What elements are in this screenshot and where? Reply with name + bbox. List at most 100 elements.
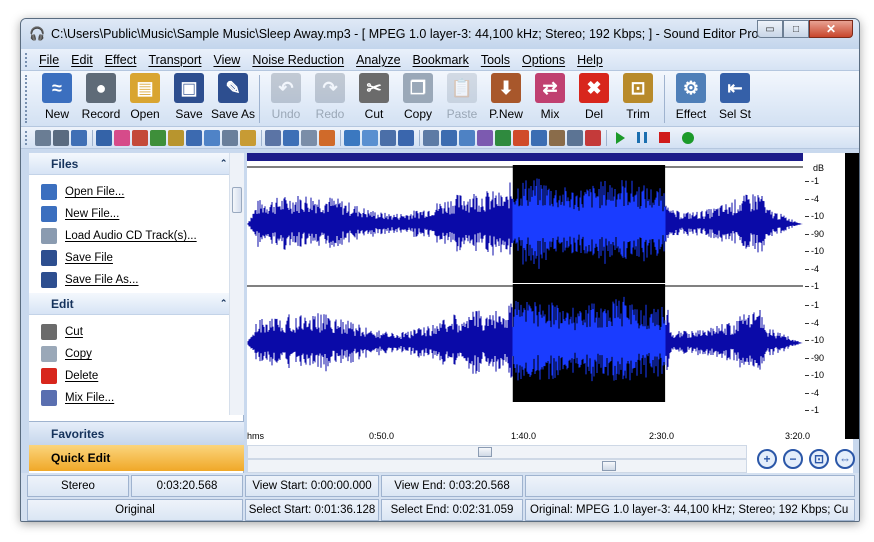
toolbar-label: Save As bbox=[210, 107, 256, 121]
tool-icon[interactable] bbox=[265, 129, 281, 146]
tool-icon[interactable] bbox=[150, 129, 166, 146]
maximize-button[interactable]: □ bbox=[783, 20, 809, 38]
new-button[interactable]: ≈ New bbox=[35, 73, 79, 121]
sel-st-button[interactable]: ⇤ Sel St bbox=[713, 73, 757, 121]
tool-icon[interactable] bbox=[53, 129, 69, 146]
favorites-panel-button[interactable]: Favorites bbox=[29, 421, 244, 445]
close-button[interactable]: ✕ bbox=[809, 20, 853, 38]
menu-edit[interactable]: Edit bbox=[67, 53, 101, 67]
tool-icon[interactable] bbox=[380, 129, 396, 146]
tool-icon[interactable] bbox=[186, 129, 202, 146]
tool-icon[interactable] bbox=[513, 129, 529, 146]
save-as-button[interactable]: ✎ Save As bbox=[211, 73, 255, 121]
menu-help[interactable]: Help bbox=[573, 53, 611, 67]
sidebar-scroll-thumb[interactable] bbox=[232, 187, 242, 213]
tool-icon[interactable] bbox=[114, 129, 130, 146]
zoom-selection-icon[interactable]: ⊡ bbox=[809, 449, 829, 469]
zoom-scroll-thumb[interactable] bbox=[602, 461, 616, 471]
menu-grip[interactable] bbox=[25, 52, 29, 67]
sidebar-item-new-file[interactable]: New File... bbox=[41, 203, 243, 225]
tool-icon[interactable] bbox=[71, 129, 87, 146]
sidebar-item-mix-file[interactable]: Mix File... bbox=[41, 387, 243, 409]
quick-edit-panel-button[interactable]: Quick Edit bbox=[29, 445, 244, 471]
tool-icon[interactable] bbox=[362, 129, 378, 146]
sidebar-item-delete[interactable]: Delete bbox=[41, 365, 243, 387]
tool-icon[interactable] bbox=[301, 129, 317, 146]
tool-icon[interactable] bbox=[531, 129, 547, 146]
tool-icon[interactable] bbox=[441, 129, 457, 146]
record-button[interactable]: ● Record bbox=[79, 73, 123, 121]
tool-icon[interactable] bbox=[168, 129, 184, 146]
copy-button[interactable]: ❐ Copy bbox=[396, 73, 440, 121]
trim-button[interactable]: ⊡ Trim bbox=[616, 73, 660, 121]
task-sidebar: Files ⌃⌃ Open File... New File... Load Aud… bbox=[29, 153, 244, 473]
tool-icon[interactable] bbox=[459, 129, 475, 146]
sidebar-scrollbar[interactable] bbox=[229, 153, 244, 415]
menu-analyze[interactable]: Analyze bbox=[352, 53, 408, 67]
files-section-header[interactable]: Files ⌃⌃ bbox=[29, 153, 243, 175]
db-tick-label: -1 bbox=[805, 402, 845, 420]
tool-icon[interactable] bbox=[222, 129, 238, 146]
tool-icon[interactable] bbox=[96, 129, 112, 146]
paste-button[interactable]: 📋 Paste bbox=[440, 73, 484, 121]
time-ruler[interactable]: hms 0:50.0 1:40.0 2:30.0 3:20.0 bbox=[247, 429, 810, 445]
cut-button[interactable]: ✂ Cut bbox=[352, 73, 396, 121]
new-file-icon: ≈ bbox=[42, 73, 72, 103]
play-looped-icon[interactable] bbox=[682, 131, 694, 144]
menu-options[interactable]: Options bbox=[518, 53, 573, 67]
tool-icon[interactable] bbox=[477, 129, 493, 146]
p-new-button[interactable]: ⬇ P.New bbox=[484, 73, 528, 121]
stop-icon[interactable] bbox=[659, 132, 670, 143]
sidebar-item-copy[interactable]: Copy bbox=[41, 343, 243, 365]
menu-noise-reduction[interactable]: Noise Reduction bbox=[248, 53, 352, 67]
effect-button[interactable]: ⚙ Effect bbox=[669, 73, 713, 121]
tool-icon[interactable] bbox=[283, 129, 299, 146]
sidebar-item-open-file[interactable]: Open File... bbox=[41, 181, 243, 203]
h-scroll-thumb[interactable] bbox=[478, 447, 492, 457]
toolbar-grip[interactable] bbox=[25, 75, 29, 123]
tool-icon[interactable] bbox=[344, 129, 360, 146]
menu-effect[interactable]: Effect bbox=[101, 53, 145, 67]
menu-file[interactable]: File bbox=[35, 53, 67, 67]
mix-button[interactable]: ⇄ Mix bbox=[528, 73, 572, 121]
edit-section-header[interactable]: Edit ⌃⌃ bbox=[29, 293, 243, 315]
waveform-display[interactable] bbox=[247, 163, 803, 433]
menu-bookmark[interactable]: Bookmark bbox=[409, 53, 477, 67]
sidebar-item-load-audio-cd-track-s[interactable]: Load Audio CD Track(s)... bbox=[41, 225, 243, 247]
waveform-editor[interactable]: dB -1 -4 -10 -90 -10 -4 -1 -1 -4 -10 -90 -10 -4 -1 h… bbox=[247, 153, 859, 473]
menu-transport[interactable]: Transport bbox=[144, 53, 209, 67]
redo-button[interactable]: ↷ Redo bbox=[308, 73, 352, 121]
toolbar-separator bbox=[419, 129, 420, 146]
zoom-out-icon[interactable]: − bbox=[783, 449, 803, 469]
pause-icon[interactable] bbox=[637, 132, 647, 143]
vertical-zoom-scrollbar[interactable] bbox=[247, 459, 747, 473]
undo-button[interactable]: ↶ Undo bbox=[264, 73, 308, 121]
tool-icon[interactable] bbox=[132, 129, 148, 146]
save-button[interactable]: ▣ Save bbox=[167, 73, 211, 121]
tool-icon[interactable] bbox=[423, 129, 439, 146]
sidebar-item-save-file-as[interactable]: Save File As... bbox=[41, 269, 243, 291]
sidebar-item-cut[interactable]: Cut bbox=[41, 321, 243, 343]
menu-view[interactable]: View bbox=[209, 53, 248, 67]
tool-icon[interactable] bbox=[204, 129, 220, 146]
sidebar-item-save-file[interactable]: Save File bbox=[41, 247, 243, 269]
open-button[interactable]: ▤ Open bbox=[123, 73, 167, 121]
tool-icon[interactable] bbox=[549, 129, 565, 146]
tool-icon[interactable] bbox=[567, 129, 583, 146]
minimize-button[interactable]: ▭ bbox=[757, 20, 783, 38]
tool-icon[interactable] bbox=[398, 129, 414, 146]
tool-icon[interactable] bbox=[240, 129, 256, 146]
horizontal-scrollbar[interactable] bbox=[247, 445, 747, 459]
toolbar2-grip[interactable] bbox=[25, 130, 29, 145]
tool-icon[interactable] bbox=[319, 129, 335, 146]
menu-tools[interactable]: Tools bbox=[477, 53, 518, 67]
tool-icon[interactable] bbox=[35, 129, 51, 146]
tool-icon[interactable] bbox=[585, 129, 601, 146]
del-button[interactable]: ✖ Del bbox=[572, 73, 616, 121]
overview-bar[interactable] bbox=[247, 153, 803, 161]
tool-icon[interactable] bbox=[495, 129, 511, 146]
zoom-in-icon[interactable]: + bbox=[757, 449, 777, 469]
play-icon[interactable] bbox=[616, 131, 625, 144]
toolbar-label: Trim bbox=[626, 107, 650, 121]
zoom-full-icon[interactable]: ⇔ bbox=[835, 449, 855, 469]
